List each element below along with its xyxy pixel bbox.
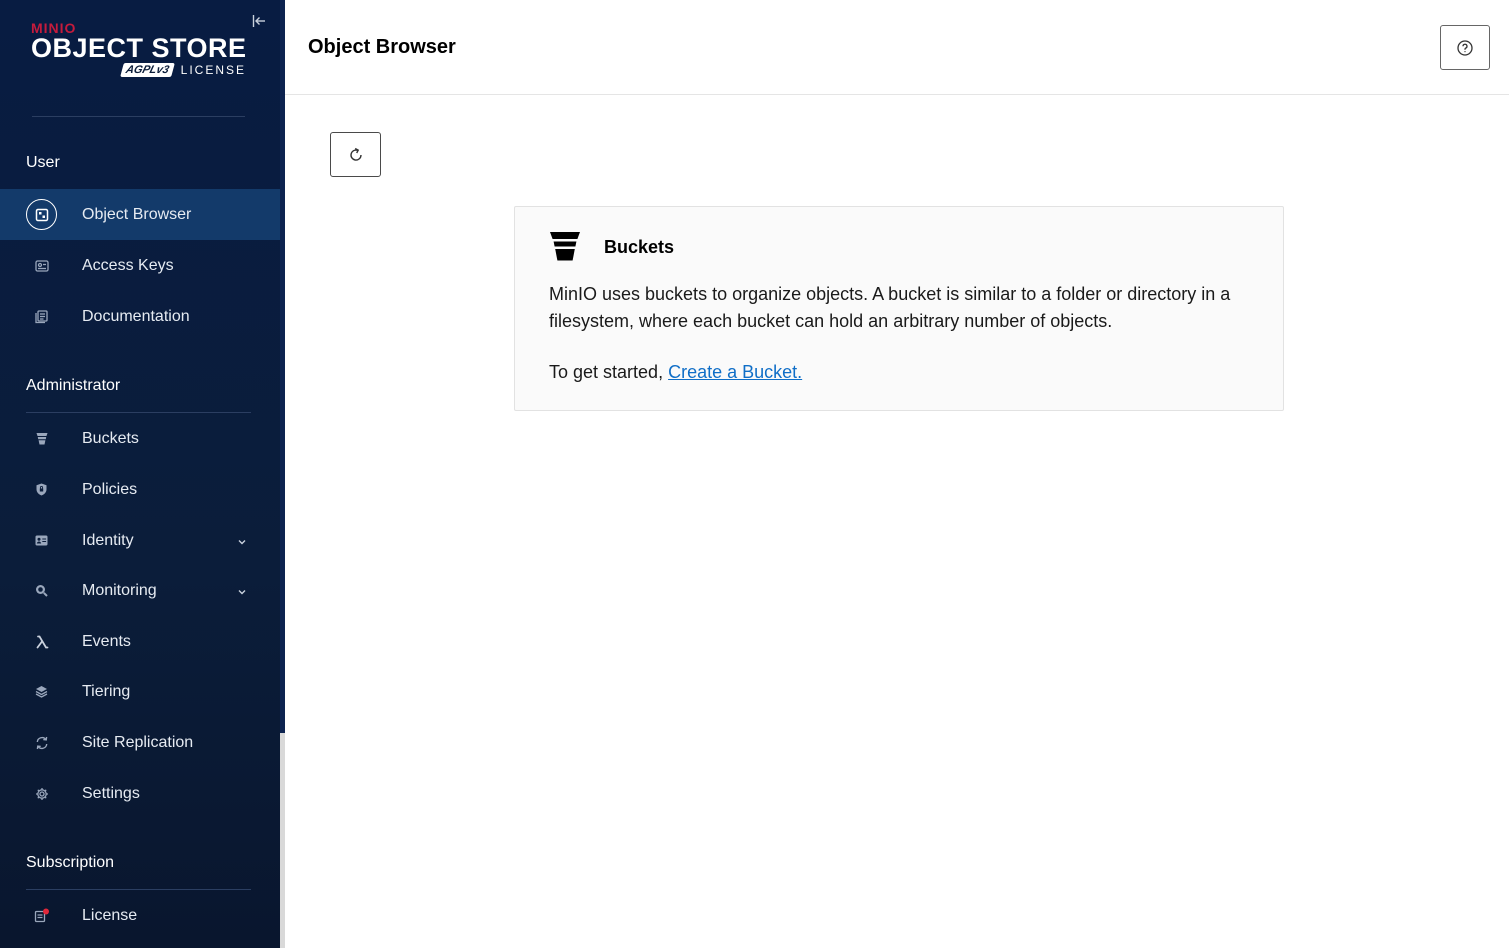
chevron-down-icon[interactable] <box>236 585 248 597</box>
sidebar-item-label: Policies <box>82 480 138 498</box>
sidebar-scrollbar-thumb[interactable] <box>280 733 285 948</box>
card-description: MinIO uses buckets to organize objects. … <box>549 284 1231 331</box>
sidebar-item-label: Identity <box>82 531 134 549</box>
sidebar-item-policies[interactable]: Policies <box>0 464 280 515</box>
documentation-icon <box>26 301 57 332</box>
chevron-down-icon[interactable] <box>236 535 248 547</box>
lambda-icon <box>26 626 57 657</box>
logo-license: LICENSE <box>180 63 246 77</box>
logo-divider <box>32 116 245 117</box>
agpl-badge: AGPLv3 <box>119 63 175 77</box>
sidebar-item-license[interactable]: License <box>0 890 280 941</box>
sidebar-item-identity[interactable]: Identity <box>0 515 280 566</box>
gear-icon <box>26 778 57 809</box>
sidebar-item-label: Settings <box>82 784 140 802</box>
bucket-icon <box>549 230 583 264</box>
sidebar-item-label: License <box>82 906 138 924</box>
page-title: Object Browser <box>308 36 456 58</box>
shield-icon <box>26 474 57 505</box>
monitoring-magnifier-icon <box>26 575 57 606</box>
sidebar-item-label: Buckets <box>82 429 139 447</box>
sidebar: MINIO OBJECT STORE AGPLv3 LICENSE User O… <box>0 0 280 948</box>
sidebar-item-label: Tiering <box>82 682 131 700</box>
refresh-icon <box>349 147 362 161</box>
card-cta: To get started, Create a Bucket. <box>549 362 802 383</box>
section-administrator: Administrator <box>26 377 121 394</box>
section-user: User <box>26 154 60 171</box>
sidebar-item-label: Access Keys <box>82 256 174 274</box>
sidebar-item-documentation[interactable]: Documentation <box>0 291 280 342</box>
replication-sync-icon <box>26 727 57 758</box>
help-button[interactable] <box>1440 25 1490 70</box>
cta-prefix: To get started, <box>549 362 669 382</box>
sidebar-item-access-keys[interactable]: Access Keys <box>0 240 280 291</box>
sidebar-item-buckets[interactable]: Buckets <box>0 413 280 464</box>
sidebar-item-events[interactable]: Events <box>0 616 280 667</box>
identity-card-icon <box>26 525 57 556</box>
object-browser-icon <box>26 199 57 230</box>
layers-icon <box>26 676 57 707</box>
sidebar-item-tiering[interactable]: Tiering <box>0 666 280 717</box>
sidebar-item-label: Documentation <box>82 307 190 325</box>
refresh-button[interactable] <box>330 132 381 177</box>
section-subscription: Subscription <box>26 854 115 871</box>
sidebar-item-label: Monitoring <box>82 581 157 599</box>
sidebar-item-label: Events <box>82 632 131 650</box>
page-header: Object Browser <box>285 0 1509 95</box>
sidebar-item-object-browser[interactable]: Object Browser <box>0 189 280 240</box>
help-icon <box>1457 39 1473 56</box>
minio-logo[interactable]: MINIO OBJECT STORE AGPLv3 LICENSE <box>31 20 251 90</box>
bucket-icon <box>26 423 57 454</box>
sidebar-item-monitoring[interactable]: Monitoring <box>0 565 280 616</box>
license-document-icon <box>26 900 57 931</box>
sidebar-item-label: Object Browser <box>82 205 192 223</box>
access-keys-icon <box>26 250 57 281</box>
collapse-sidebar-icon[interactable] <box>250 14 268 32</box>
sidebar-item-settings[interactable]: Settings <box>0 768 280 819</box>
sidebar-item-site-replication[interactable]: Site Replication <box>0 717 280 768</box>
logo-product: OBJECT STORE <box>31 33 247 63</box>
sidebar-item-label: Site Replication <box>82 733 194 751</box>
create-bucket-link[interactable]: Create a Bucket. <box>668 362 802 382</box>
buckets-empty-state-card: Buckets MinIO uses buckets to organize o… <box>514 206 1284 411</box>
card-title: Buckets <box>604 237 675 257</box>
